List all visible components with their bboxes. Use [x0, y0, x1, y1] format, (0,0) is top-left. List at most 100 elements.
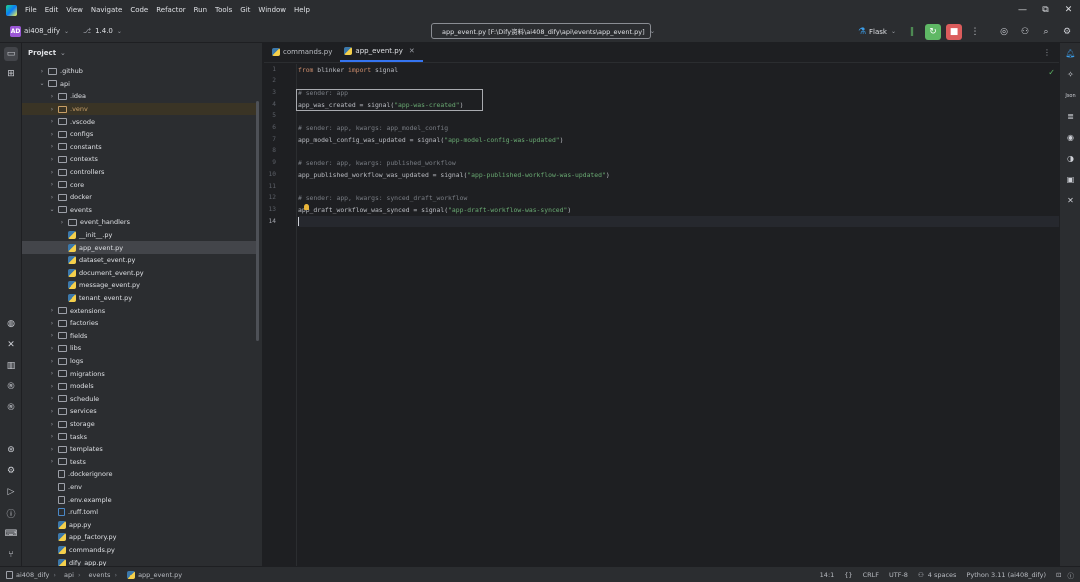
more-options-icon[interactable]: ⋮: [967, 24, 983, 40]
menu-item-help[interactable]: Help: [294, 6, 310, 14]
chevron-right-icon[interactable]: ›: [48, 408, 56, 415]
tree-folder[interactable]: › constants: [22, 141, 258, 154]
chevron-right-icon[interactable]: ›: [48, 395, 56, 402]
tree-file[interactable]: commands.py: [22, 544, 258, 557]
project-folder-icon[interactable]: ▭: [4, 47, 18, 61]
tree-folder[interactable]: › docker: [22, 191, 258, 204]
chevron-right-icon[interactable]: ›: [48, 332, 56, 339]
tree-file[interactable]: dataset_event.py: [22, 254, 258, 267]
chevron-right-icon[interactable]: ›: [48, 320, 56, 327]
code-line[interactable]: from blinker import signal: [298, 66, 398, 74]
stop-icon[interactable]: ■: [946, 23, 962, 40]
tree-folder[interactable]: › contexts: [22, 153, 258, 166]
terminal-icon[interactable]: ⌨: [4, 527, 18, 541]
database-icon[interactable]: ◍: [4, 317, 18, 331]
menu-item-file[interactable]: File: [25, 6, 37, 14]
chevron-right-icon[interactable]: ›: [48, 169, 56, 176]
project-panel-header[interactable]: Project ⌄: [22, 43, 262, 63]
chevron-right-icon[interactable]: ›: [48, 194, 56, 201]
tree-folder[interactable]: › migrations: [22, 367, 258, 380]
chevron-right-icon[interactable]: ›: [48, 143, 56, 150]
chevron-down-icon[interactable]: ⌄: [48, 206, 56, 213]
tree-folder[interactable]: ⌄ events: [22, 204, 258, 217]
python-packages-icon[interactable]: ⚙: [4, 464, 18, 478]
run-icon[interactable]: ▷: [4, 485, 18, 499]
readonly-lock-icon[interactable]: ⚇: [918, 571, 924, 579]
chevron-down-icon[interactable]: ⌄: [891, 28, 896, 35]
database-icon[interactable]: ≣: [1064, 110, 1077, 123]
tree-folder[interactable]: › models: [22, 380, 258, 393]
copilot-icon[interactable]: ◎: [996, 24, 1012, 40]
maven-icon[interactable]: ✕: [1064, 194, 1077, 207]
code-line[interactable]: # sender: app, kwargs: app_model_config: [298, 124, 448, 132]
build-icon[interactable]: ✕: [4, 338, 18, 352]
tree-folder[interactable]: › configs: [22, 128, 258, 141]
tree-file[interactable]: app_factory.py: [22, 531, 258, 544]
tree-file[interactable]: .dockerignore: [22, 468, 258, 481]
tree-folder[interactable]: › templates: [22, 443, 258, 456]
chevron-right-icon[interactable]: ›: [48, 131, 56, 138]
editor-tab[interactable]: app_event.py ✕: [340, 42, 423, 62]
tree-file[interactable]: __init__.py: [22, 229, 258, 242]
tree-file[interactable]: app.py: [22, 519, 258, 532]
tree-folder[interactable]: › tasks: [22, 430, 258, 443]
menu-item-navigate[interactable]: Navigate: [91, 6, 122, 14]
remote-host-icon[interactable]: ▣: [1064, 173, 1077, 186]
tree-folder[interactable]: › .github: [22, 65, 258, 78]
tree-folder[interactable]: › services: [22, 405, 258, 418]
vcs-branch[interactable]: 1.4.0: [95, 27, 113, 35]
tree-folder[interactable]: › event_handlers: [22, 216, 258, 229]
menu-item-view[interactable]: View: [66, 6, 83, 14]
bookmarks-icon[interactable]: ▥: [4, 359, 18, 373]
chevron-down-icon[interactable]: ⌄: [38, 80, 46, 87]
tree-folder[interactable]: › tests: [22, 456, 258, 469]
tree-folder[interactable]: › schedule: [22, 393, 258, 406]
tree-file[interactable]: document_event.py: [22, 267, 258, 280]
code-line[interactable]: # sender: app, kwargs: published_workflo…: [298, 159, 456, 167]
code-line[interactable]: app_draft_workflow_was_synced = signal("…: [298, 206, 571, 214]
menu-item-tools[interactable]: Tools: [215, 6, 232, 14]
minimize-button[interactable]: —: [1011, 0, 1034, 20]
sciview-icon[interactable]: ◑: [1064, 152, 1077, 165]
run-configuration-selector[interactable]: app_event.py [F:\Dify资料\ai408_dify\api\e…: [431, 23, 655, 39]
info-icon[interactable]: ⓘ: [1068, 570, 1075, 580]
json-icon[interactable]: Json: [1064, 89, 1077, 102]
menu-item-code[interactable]: Code: [130, 6, 148, 14]
tab-actions-icon[interactable]: ⋮: [1043, 48, 1051, 57]
python-interpreter[interactable]: Python 3.11 (ai408_dify): [966, 571, 1046, 579]
tree-folder[interactable]: › libs: [22, 342, 258, 355]
indent-setting[interactable]: 4 spaces: [928, 571, 957, 579]
chevron-right-icon[interactable]: ›: [48, 307, 56, 314]
chevron-right-icon[interactable]: ›: [48, 118, 56, 125]
breadcrumb-item[interactable]: app_event.py: [125, 570, 182, 579]
tree-file[interactable]: .env.example: [22, 493, 258, 506]
menu-item-window[interactable]: Window: [258, 6, 286, 14]
tree-file[interactable]: message_event.py: [22, 279, 258, 292]
tree-file[interactable]: .ruff.toml: [22, 506, 258, 519]
menu-item-git[interactable]: Git: [240, 6, 250, 14]
tree-folder[interactable]: › logs: [22, 355, 258, 368]
chevron-right-icon[interactable]: ›: [48, 458, 56, 465]
gear-icon[interactable]: ⚙: [1059, 24, 1075, 40]
copilot-chat-icon[interactable]: ◉: [1064, 131, 1077, 144]
inspection-ok-icon[interactable]: ✓: [1048, 68, 1055, 77]
lightbulb-icon[interactable]: [304, 204, 309, 210]
chevron-right-icon[interactable]: ›: [48, 156, 56, 163]
tree-file[interactable]: app_event.py: [22, 241, 258, 254]
restore-button[interactable]: ⧉: [1034, 0, 1057, 20]
tree-folder[interactable]: › extensions: [22, 304, 258, 317]
chevron-right-icon[interactable]: ›: [48, 345, 56, 352]
breadcrumb-item[interactable]: api: [64, 571, 74, 579]
menu-item-refactor[interactable]: Refactor: [156, 6, 185, 14]
chevron-right-icon[interactable]: ›: [48, 446, 56, 453]
breadcrumb-item[interactable]: ai408_dify: [4, 570, 49, 579]
file-encoding[interactable]: UTF-8: [889, 571, 908, 579]
tree-file[interactable]: dify_app.py: [22, 556, 258, 566]
unlocked-icon[interactable]: ⊡: [1056, 571, 1061, 579]
project-name[interactable]: ai408_dify: [24, 27, 60, 35]
chevron-right-icon[interactable]: ›: [48, 383, 56, 390]
menu-item-edit[interactable]: Edit: [45, 6, 59, 14]
chevron-right-icon[interactable]: ›: [38, 68, 46, 75]
chevron-right-icon[interactable]: ›: [48, 93, 56, 100]
close-button[interactable]: ✕: [1057, 0, 1080, 20]
